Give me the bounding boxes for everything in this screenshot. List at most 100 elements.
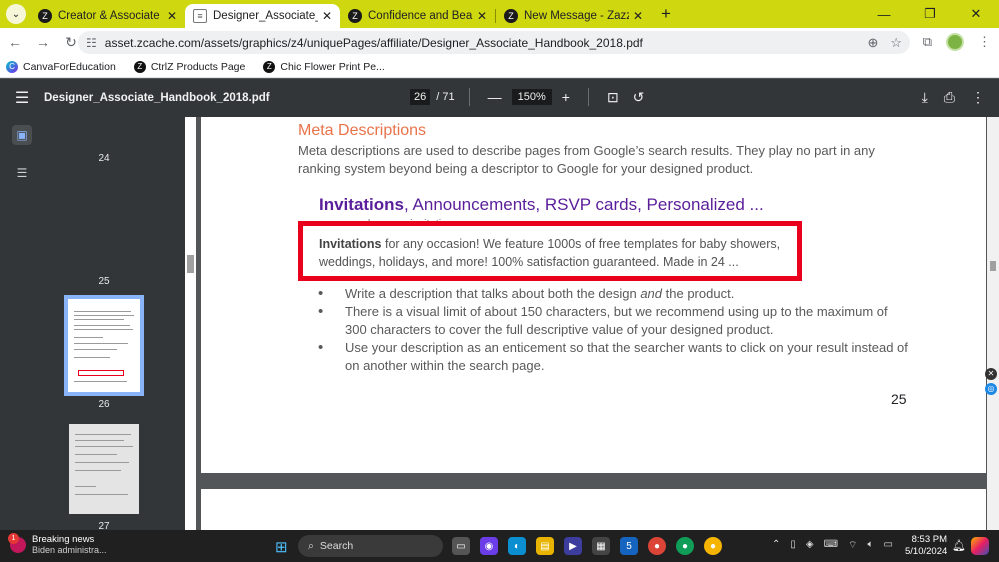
download-icon[interactable]: ⤓: [922, 89, 928, 106]
pdf-page-next: [201, 489, 986, 530]
bullet-emphasis: and: [640, 286, 663, 301]
tab-new-message[interactable]: Z New Message - Zazzle ✕: [496, 4, 651, 28]
grammar-icon[interactable]: ◎: [985, 383, 997, 395]
close-icon[interactable]: ✕: [167, 9, 177, 23]
chrome-profile-icon[interactable]: ●: [676, 537, 694, 555]
file-explorer-icon[interactable]: ▤: [536, 537, 554, 555]
content-scrollbar[interactable]: [987, 117, 999, 530]
thumbnail-label: 24: [98, 153, 110, 164]
news-subtitle: Biden administra...: [32, 545, 107, 555]
bookmark-label: Chic Flower Print Pe...: [280, 60, 385, 73]
thumbnails-view-icon[interactable]: ▣: [12, 125, 32, 145]
document-icon: ≡: [193, 9, 207, 23]
copilot-icon[interactable]: [971, 537, 989, 555]
scrollbar-thumb[interactable]: [187, 255, 194, 273]
network-icon[interactable]: ⌔: [848, 539, 857, 552]
thumbnail-label: 26: [98, 399, 110, 410]
edge-icon[interactable]: ◐: [508, 537, 526, 555]
close-icon[interactable]: ✕: [633, 9, 643, 23]
notification-bell-icon[interactable]: 🔔︎: [952, 539, 966, 552]
windows-start-icon[interactable]: ⊞: [275, 538, 288, 556]
zazzle-icon: Z: [504, 9, 518, 23]
bookmark-ctrlz[interactable]: Z CtrlZ Products Page: [133, 60, 246, 73]
more-menu-icon[interactable]: ⋮: [978, 34, 991, 50]
rotate-icon[interactable]: ↺: [629, 89, 649, 106]
zazzle-icon: Z: [263, 60, 276, 73]
bookmark-canva[interactable]: C CanvaForEducation: [6, 60, 116, 73]
minimize-icon[interactable]: —: [861, 0, 907, 28]
tab-designer-handbook[interactable]: ≡ Designer_Associate_Handbook ✕: [185, 4, 340, 28]
pdf-more-icon[interactable]: ⋮: [971, 89, 985, 106]
fit-page-icon[interactable]: ⊡: [603, 89, 623, 106]
bookmark-label: CtrlZ Products Page: [150, 60, 246, 73]
task-view-icon[interactable]: ▭: [452, 537, 470, 555]
bullet-text: Write a description that talks about bot…: [345, 286, 641, 301]
media-icon[interactable]: ▶: [564, 537, 582, 555]
battery-icon[interactable]: ▭: [883, 539, 892, 552]
tab-search-dropdown-icon[interactable]: ⌄: [6, 4, 26, 24]
profile-avatar[interactable]: [946, 33, 964, 51]
thumbnail-page-27[interactable]: [69, 424, 139, 514]
bullet-text: Use your description as an enticement so…: [345, 340, 908, 373]
restore-icon[interactable]: ❐: [907, 0, 953, 28]
search-label: Search: [319, 540, 354, 552]
separator: [468, 88, 470, 106]
bullet-text: the product.: [662, 286, 735, 301]
page-number: 25: [891, 391, 907, 407]
taskbar-search[interactable]: ⌕ Search: [298, 535, 443, 557]
news-widget[interactable]: 1 Breaking news Biden administra...: [8, 532, 107, 555]
serp-title-rest: , Announcements, RSVP cards, Personalize…: [404, 195, 764, 214]
calculator-icon[interactable]: 5: [620, 537, 638, 555]
news-icon: 1: [8, 532, 26, 553]
defender-icon[interactable]: ◈: [806, 539, 814, 552]
system-tray: ⌃ ▯ ◈ ⌨ ⌔ 🔈︎ ▭: [772, 539, 893, 552]
serp-title-bold: Invitations: [319, 195, 405, 214]
pdf-page: Meta Descriptions Meta descriptions are …: [201, 117, 986, 473]
close-icon[interactable]: ✕: [477, 9, 487, 23]
teams-icon[interactable]: ◉: [480, 537, 498, 555]
usb-icon[interactable]: ▯: [790, 539, 796, 552]
scrollbar-thumb[interactable]: [990, 261, 996, 271]
bullet-text: There is a visual limit of about 150 cha…: [345, 304, 888, 337]
window-close-icon[interactable]: ✕: [953, 0, 999, 28]
zoom-input[interactable]: 150%: [511, 89, 552, 105]
bookmark-star-icon[interactable]: ☆: [890, 35, 902, 51]
extensions-icon[interactable]: ⧉: [923, 34, 932, 50]
close-circle-icon[interactable]: ✕: [985, 368, 997, 380]
clock[interactable]: 8:53 PM 5/10/2024: [905, 534, 947, 558]
sidebar-scrollbar[interactable]: [185, 117, 196, 530]
print-icon[interactable]: ⎙: [944, 89, 955, 106]
address-bar[interactable]: ☷ asset.zcache.com/assets/graphics/z4/un…: [78, 31, 910, 54]
zoom-icon[interactable]: ⊕: [867, 35, 878, 51]
chrome-icon[interactable]: ●: [648, 537, 666, 555]
chrome-active-icon[interactable]: ●: [704, 537, 722, 555]
back-icon[interactable]: ←: [2, 34, 28, 50]
list-item: There is a visual limit of about 150 cha…: [318, 303, 908, 339]
window-controls: — ❐ ✕: [861, 0, 999, 28]
minecraft-icon[interactable]: ▦: [592, 537, 610, 555]
serp-desc-rest: for any occasion! We feature 1000s of fr…: [319, 237, 781, 269]
clock-time: 8:53 PM: [911, 534, 947, 545]
thumbnail-page-26[interactable]: [64, 295, 144, 396]
volume-icon[interactable]: 🔈︎: [867, 539, 873, 552]
close-icon[interactable]: ✕: [322, 9, 332, 23]
zoom-in-icon[interactable]: +: [558, 89, 574, 105]
page-number-input[interactable]: 26: [410, 89, 431, 105]
chevron-up-icon[interactable]: ⌃: [772, 539, 780, 552]
bookmark-chic-flower[interactable]: Z Chic Flower Print Pe...: [263, 60, 385, 73]
zoom-out-icon[interactable]: —: [484, 89, 506, 105]
browser-toolbar: ← → ↻ ☷ asset.zcache.com/assets/graphics…: [0, 28, 999, 56]
search-icon: ⌕: [308, 539, 314, 552]
hamburger-menu-icon[interactable]: ☰: [0, 88, 44, 108]
separator: [587, 88, 589, 106]
keyboard-icon[interactable]: ⌨: [824, 539, 838, 552]
site-info-icon[interactable]: ☷: [86, 36, 97, 50]
tab-creator-handbook[interactable]: Z Creator & Associate Handbook ✕: [30, 4, 185, 28]
tab-confidence-beauty[interactable]: Z Confidence and Beauty Positive ✕: [340, 4, 495, 28]
outline-view-icon[interactable]: ☰: [12, 163, 32, 183]
new-tab-icon[interactable]: +: [661, 4, 671, 24]
pinned-apps: ▭ ◉ ◐ ▤ ▶ ▦ 5 ● ● ●: [452, 537, 722, 555]
forward-icon[interactable]: →: [30, 34, 56, 50]
list-item: Use your description as an enticement so…: [318, 339, 908, 375]
url-text[interactable]: asset.zcache.com/assets/graphics/z4/uniq…: [105, 36, 643, 50]
